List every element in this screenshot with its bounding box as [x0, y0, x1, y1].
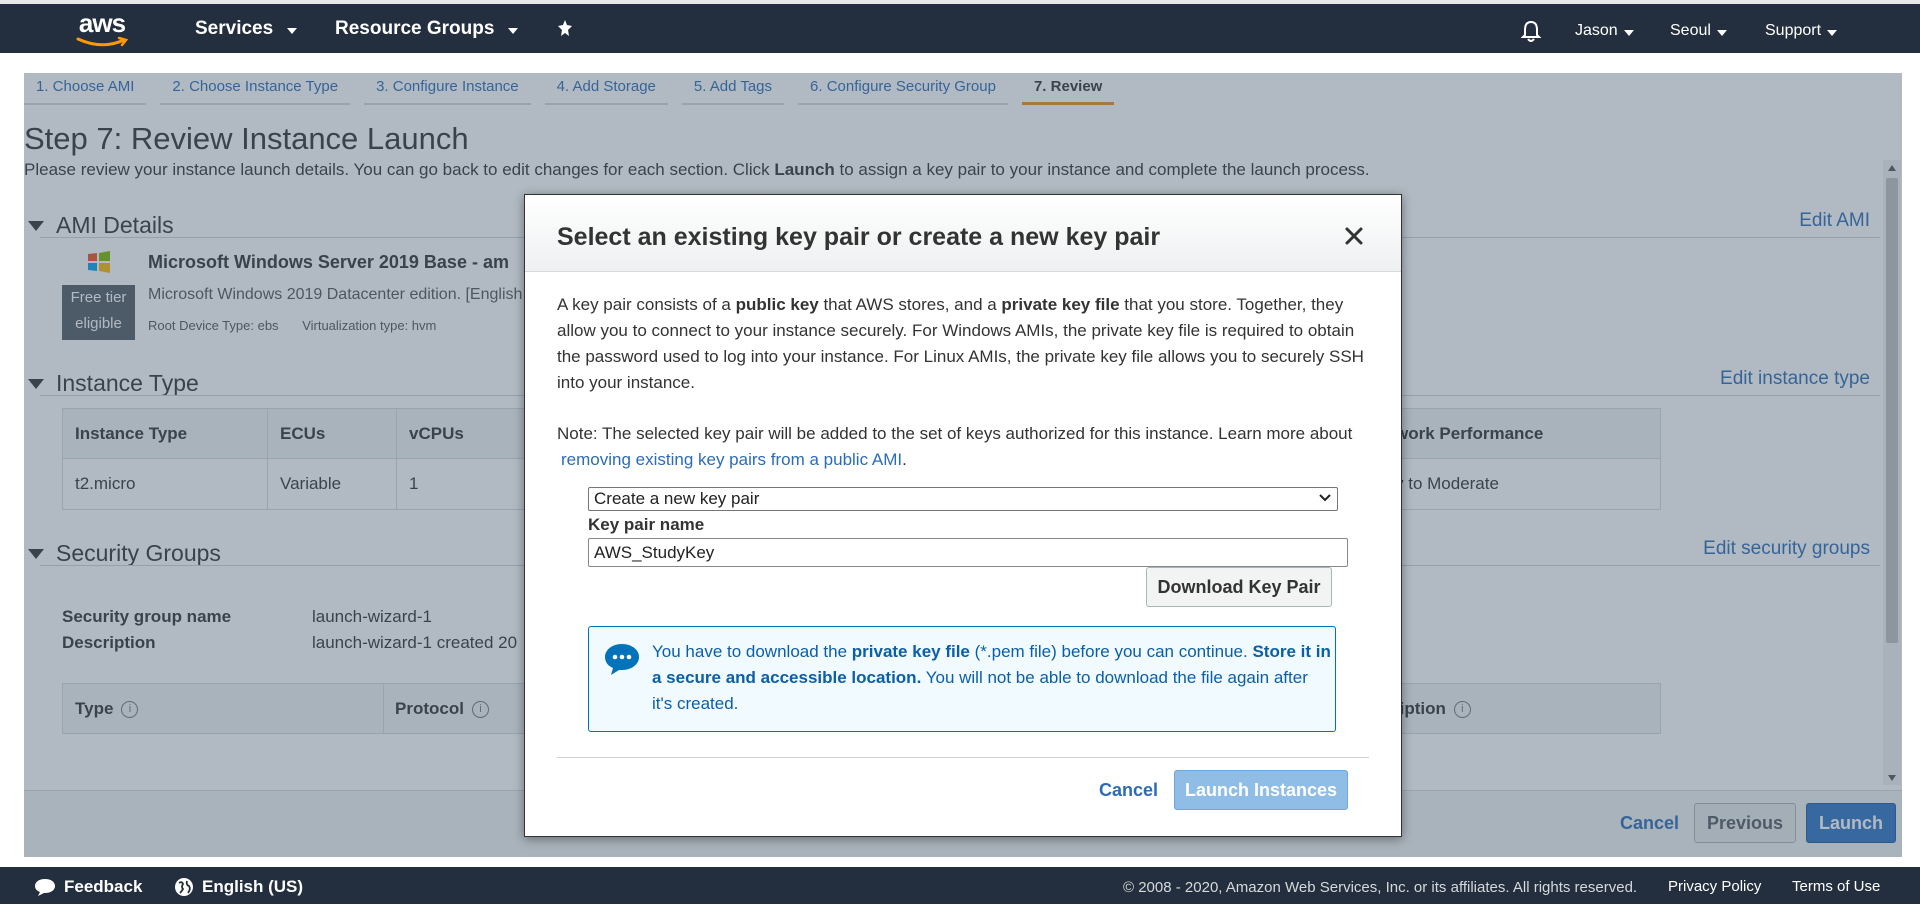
- launch-instances-button[interactable]: Launch Instances: [1174, 770, 1348, 810]
- chevron-down-icon: [1716, 29, 1727, 36]
- chevron-down-icon: [1827, 29, 1838, 36]
- feedback-label: Feedback: [64, 877, 143, 896]
- chevron-down-icon: [508, 27, 519, 34]
- private-key-bold: private key file: [1001, 295, 1120, 314]
- chat-bubble-icon: [605, 644, 639, 675]
- text: You have to download the: [652, 642, 852, 661]
- text: that AWS stores, and a: [818, 295, 1002, 314]
- key-pair-option-select[interactable]: Create a new key pair: [588, 487, 1338, 511]
- aws-logo-text: aws: [78, 8, 126, 38]
- key-pair-explanation: A key pair consists of a public key that…: [557, 292, 1377, 396]
- language-label: English (US): [202, 877, 304, 896]
- privacy-policy-link[interactable]: Privacy Policy: [1668, 878, 1761, 895]
- modal-cancel-button[interactable]: Cancel: [1099, 780, 1158, 801]
- pin-icon[interactable]: [557, 19, 573, 39]
- feedback-bubble-icon: [35, 879, 55, 896]
- text: Note: The selected key pair will be adde…: [557, 424, 1353, 443]
- resource-groups-label: Resource Groups: [335, 18, 495, 39]
- key-pair-modal: Select an existing key pair or create a …: [524, 194, 1402, 837]
- region-label: Seoul: [1670, 22, 1711, 39]
- copyright-text: © 2008 - 2020, Amazon Web Services, Inc.…: [1123, 879, 1638, 896]
- modal-divider: [557, 757, 1369, 758]
- user-menu[interactable]: Jason: [1575, 22, 1634, 40]
- public-key-bold: public key: [735, 295, 819, 314]
- resource-groups-menu[interactable]: Resource Groups: [335, 18, 519, 40]
- close-icon[interactable]: [1343, 225, 1365, 247]
- support-label: Support: [1765, 22, 1822, 39]
- top-nav: aws Services Resource Groups Jason Seoul…: [0, 0, 1920, 53]
- key-pair-name-label: Key pair name: [588, 515, 705, 534]
- footer: Feedback English (US) © 2008 - 2020, Ama…: [0, 867, 1920, 904]
- modal-title: Select an existing key pair or create a …: [557, 223, 1161, 251]
- select-value: Create a new key pair: [594, 489, 760, 508]
- download-warning-text: You have to download the private key fil…: [652, 639, 1332, 717]
- region-menu[interactable]: Seoul: [1670, 22, 1727, 40]
- globe-icon: [175, 878, 193, 896]
- download-key-pair-button[interactable]: Download Key Pair: [1146, 567, 1332, 607]
- notifications-bell-icon[interactable]: [1520, 19, 1542, 43]
- chevron-down-icon: [287, 27, 298, 34]
- modal-header: Select an existing key pair or create a …: [525, 195, 1401, 272]
- text: (*.pem file) before you can continue.: [969, 642, 1253, 661]
- chevron-down-icon: [1319, 494, 1331, 502]
- key-pair-note: Note: The selected key pair will be adde…: [557, 421, 1377, 473]
- language-selector[interactable]: English (US): [174, 877, 303, 897]
- aws-logo[interactable]: aws: [74, 10, 130, 50]
- user-label: Jason: [1575, 22, 1618, 39]
- chevron-down-icon: [1623, 29, 1634, 36]
- remove-key-pairs-link[interactable]: removing existing key pairs from a publi…: [561, 450, 902, 469]
- feedback-button[interactable]: Feedback: [34, 877, 142, 897]
- services-menu[interactable]: Services: [195, 18, 298, 40]
- download-warning-box: You have to download the private key fil…: [588, 626, 1336, 732]
- services-label: Services: [195, 18, 274, 39]
- text: A key pair consists of a: [557, 295, 736, 314]
- terms-of-use-link[interactable]: Terms of Use: [1792, 878, 1880, 895]
- text: .: [902, 450, 907, 469]
- private-key-file-bold: private key file: [851, 642, 970, 661]
- aws-smile-icon: [76, 36, 129, 47]
- support-menu[interactable]: Support: [1765, 22, 1838, 40]
- key-pair-name-input[interactable]: [588, 538, 1348, 567]
